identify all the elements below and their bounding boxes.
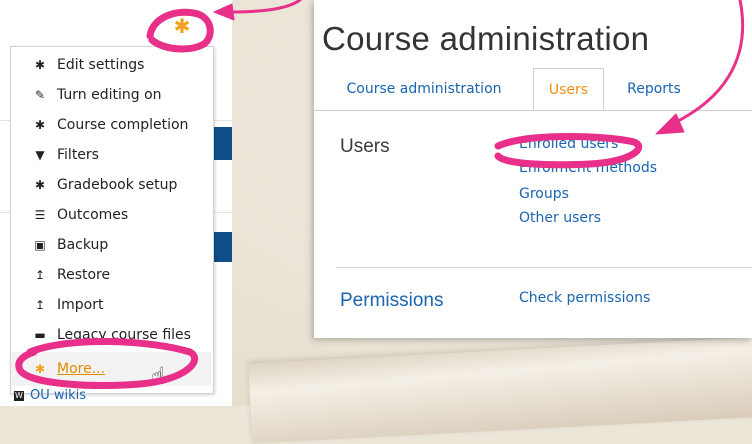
tab-reports[interactable]: Reports (614, 68, 694, 110)
block-header-band (212, 232, 232, 262)
course-administration-page: Course administration Course administrat… (314, 0, 752, 338)
upload-arrow-icon: ↥ (34, 298, 46, 312)
menu-item-label: More... (57, 361, 106, 377)
ou-wikis-label: OU wikis (30, 388, 87, 403)
menu-item-label: Restore (57, 267, 111, 283)
course-menu-panel: ✱ ✱ Edit settings ✎ Turn editing on ✱ Co… (0, 0, 232, 406)
gear-icon: ✱ (34, 58, 46, 72)
list-icon: ☰ (34, 208, 46, 222)
gear-icon[interactable]: ✱ (171, 15, 193, 37)
link-check-permissions[interactable]: Check permissions (519, 290, 650, 306)
section-divider (336, 267, 752, 268)
menu-item-label: Import (57, 297, 104, 313)
menu-item-gradebook-setup[interactable]: ✱ Gradebook setup (11, 170, 211, 200)
menu-item-filters[interactable]: ▼ Filters (11, 140, 211, 170)
menu-item-outcomes[interactable]: ☰ Outcomes (11, 200, 211, 230)
menu-item-backup[interactable]: ▣ Backup (11, 230, 211, 260)
folder-icon: ▬ (34, 328, 46, 342)
upload-arrow-icon: ↥ (34, 268, 46, 282)
link-enrolment-methods[interactable]: Enrolment methods (519, 160, 657, 176)
menu-item-label: Course completion (57, 117, 189, 133)
menu-item-import[interactable]: ↥ Import (11, 290, 211, 320)
wiki-icon: W (14, 390, 24, 401)
gear-icon: ✱ (34, 118, 46, 132)
menu-item-label: Turn editing on (57, 87, 162, 103)
tab-users[interactable]: Users (533, 68, 604, 110)
menu-item-label: Backup (57, 237, 109, 253)
menu-item-legacy-course-files[interactable]: ▬ Legacy course files (11, 320, 211, 350)
menu-item-edit-settings[interactable]: ✱ Edit settings (11, 50, 211, 80)
gear-icon: ✱ (34, 362, 46, 376)
filter-icon: ▼ (35, 148, 45, 162)
menu-item-label: Outcomes (57, 207, 129, 223)
page-title: Course administration (322, 20, 650, 57)
section-label-users: Users (340, 136, 390, 157)
admin-tabs: Course administration Users Reports (314, 68, 752, 111)
menu-item-label: Legacy course files (57, 327, 191, 343)
menu-item-turn-editing-on[interactable]: ✎ Turn editing on (11, 80, 211, 110)
menu-item-restore[interactable]: ↥ Restore (11, 260, 211, 290)
ou-wikis-link[interactable]: W OU wikis (14, 388, 86, 403)
gear-icon: ✱ (34, 178, 46, 192)
block-header-band (212, 127, 232, 160)
menu-item-course-completion[interactable]: ✱ Course completion (11, 110, 211, 140)
section-label-permissions: Permissions (340, 290, 444, 311)
pencil-icon: ✎ (34, 88, 46, 102)
menu-item-label: Filters (57, 147, 99, 163)
link-enrolled-users[interactable]: Enrolled users (519, 136, 618, 152)
menu-item-more[interactable]: ✱ More... (11, 352, 211, 386)
menu-item-label: Edit settings (57, 57, 145, 73)
hand-cursor-icon: ☝ (151, 362, 166, 390)
backup-icon: ▣ (34, 238, 46, 252)
link-groups[interactable]: Groups (519, 186, 569, 202)
tab-course-administration[interactable]: Course administration (330, 68, 518, 110)
menu-item-label: Gradebook setup (57, 177, 178, 193)
link-other-users[interactable]: Other users (519, 210, 601, 226)
course-actions-menu: ✱ Edit settings ✎ Turn editing on ✱ Cour… (10, 46, 214, 394)
